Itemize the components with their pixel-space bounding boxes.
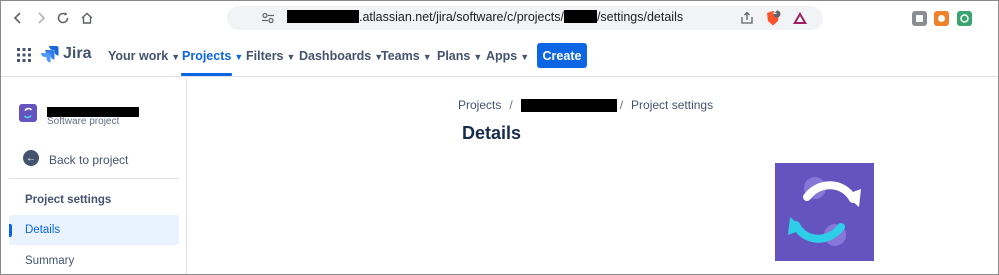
breadcrumb: Projects / / Project settings — [458, 98, 713, 112]
nav-dashboards[interactable]: Dashboards ▼ — [299, 49, 383, 63]
brave-rewards-icon[interactable] — [791, 9, 809, 27]
site-info-icon[interactable] — [259, 9, 277, 27]
nav-apps-label: Apps — [486, 49, 518, 63]
jira-logo-icon — [41, 46, 59, 63]
chevron-down-icon: ▼ — [520, 52, 530, 62]
browser-toolbar: .atlassian.net/jira/software/c/projects/… — [1, 1, 998, 35]
create-button[interactable]: Create — [537, 43, 587, 68]
brave-shield-icon[interactable]: 2 — [764, 9, 782, 27]
url-path: /settings/details — [596, 10, 684, 24]
forward-icon[interactable] — [32, 9, 50, 27]
sidebar-divider — [9, 178, 179, 179]
project-sidebar: Software project ← Back to project Proje… — [1, 78, 187, 274]
nav-filters[interactable]: Filters ▼ — [246, 49, 295, 63]
extension-2-icon[interactable] — [934, 11, 949, 26]
nav-apps[interactable]: Apps ▼ — [486, 49, 529, 63]
sidebar-item-details[interactable]: Details — [9, 215, 179, 245]
breadcrumb-project-settings-link[interactable]: Project settings — [631, 98, 713, 112]
nav-dashboards-label: Dashboards — [299, 49, 372, 63]
chevron-down-icon: ▼ — [286, 52, 296, 62]
breadcrumb-separator: / — [509, 98, 513, 112]
back-arrow-icon[interactable]: ← — [23, 150, 39, 166]
url-text: .atlassian.net/jira/software/c/projects/… — [287, 10, 683, 24]
chevron-down-icon: ▼ — [234, 52, 244, 62]
back-icon[interactable] — [9, 9, 27, 27]
redacted-project-key — [563, 10, 597, 23]
nav-plans[interactable]: Plans ▼ — [437, 49, 482, 63]
nav-active-indicator — [181, 73, 232, 76]
brave-shield-badge: 2 — [773, 9, 777, 16]
app-switcher-icon[interactable] — [17, 48, 31, 67]
jira-top-nav: Jira Your work ▼ Projects ▼ Filters ▼ Dashb… — [1, 35, 998, 77]
nav-projects-label: Projects — [182, 49, 232, 63]
home-icon[interactable] — [78, 9, 96, 27]
sync-arrows-icon — [788, 177, 861, 246]
extension-3-icon[interactable] — [957, 11, 972, 26]
nav-plans-label: Plans — [437, 49, 471, 63]
jira-product-name: Jira — [63, 45, 92, 62]
sidebar-item-summary-label: Summary — [25, 255, 75, 267]
chevron-down-icon: ▼ — [422, 52, 432, 62]
breadcrumb-projects-link[interactable]: Projects — [458, 98, 501, 112]
chevron-down-icon: ▼ — [473, 52, 483, 62]
nav-your-work[interactable]: Your work ▼ — [108, 49, 180, 63]
jira-logo[interactable]: Jira — [41, 45, 91, 63]
nav-teams-label: Teams — [381, 49, 420, 63]
nav-filters-label: Filters — [246, 49, 284, 63]
screenshot-frame: .atlassian.net/jira/software/c/projects/… — [0, 0, 999, 275]
share-icon[interactable] — [738, 9, 756, 27]
breadcrumb-separator: / — [619, 98, 624, 112]
project-avatar-large[interactable] — [775, 163, 874, 261]
url-domain: .atlassian.net/jira/software/c/projects/ — [359, 10, 564, 24]
sidebar-item-summary[interactable]: Summary — [9, 246, 179, 274]
project-avatar-icon — [19, 104, 37, 122]
back-to-project-link[interactable]: Back to project — [49, 153, 128, 167]
page-title: Details — [462, 123, 522, 143]
project-type: Software project — [47, 116, 120, 127]
sidebar-item-details-label: Details — [25, 224, 61, 236]
reload-icon[interactable] — [54, 9, 72, 27]
nav-teams[interactable]: Teams ▼ — [381, 49, 432, 63]
project-settings-heading: Project settings — [25, 194, 112, 206]
extension-1-icon[interactable] — [912, 11, 927, 26]
nav-projects[interactable]: Projects ▼ — [182, 49, 243, 63]
breadcrumb-project-redacted[interactable] — [520, 98, 617, 112]
nav-your-work-label: Your work — [108, 49, 169, 63]
redacted-subdomain — [287, 10, 359, 23]
chevron-down-icon: ▼ — [171, 52, 181, 62]
